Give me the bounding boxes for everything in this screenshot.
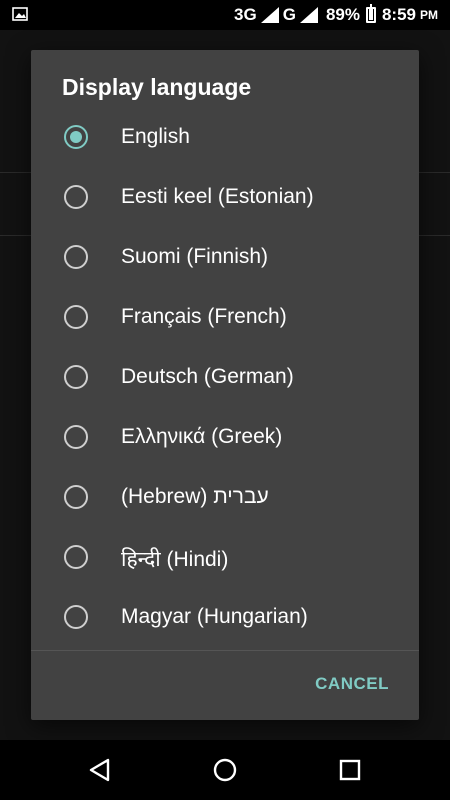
cancel-button[interactable]: CANCEL [315, 674, 389, 694]
language-option[interactable]: Magyar (Hungarian) [31, 587, 419, 647]
status-indicators: 3G G 89% 8:59 PM [234, 0, 438, 30]
language-option-label: English [121, 125, 190, 148]
language-options-list: English Eesti keel (Estonian) Suomi (Fin… [31, 107, 419, 647]
battery-icon [365, 4, 376, 23]
signal-strength-icon [260, 7, 279, 23]
language-option-label: Eesti keel (Estonian) [121, 185, 314, 208]
home-circle-icon[interactable] [211, 756, 239, 784]
radio-button-icon[interactable] [64, 245, 88, 269]
language-option[interactable]: Deutsch (German) [31, 347, 419, 407]
network-type-3g: 3G [234, 5, 257, 24]
language-option-label: Magyar (Hungarian) [121, 605, 308, 628]
recents-square-icon[interactable] [336, 756, 364, 784]
language-option-label: Suomi (Finnish) [121, 245, 269, 268]
navigation-bar [0, 740, 450, 800]
language-option[interactable]: Eesti keel (Estonian) [31, 167, 419, 227]
radio-button-icon[interactable] [64, 185, 88, 209]
language-option-label: (Hebrew) עברית [121, 485, 269, 508]
language-option[interactable]: (Hebrew) עברית [31, 467, 419, 527]
radio-button-icon[interactable] [64, 485, 88, 509]
dialog-divider [31, 650, 419, 651]
language-option-label: Deutsch (German) [121, 365, 294, 388]
language-option[interactable]: English [31, 107, 419, 167]
radio-button-icon[interactable] [64, 125, 88, 149]
language-option[interactable]: Ελληνικά (Greek) [31, 407, 419, 467]
language-option[interactable]: Français (French) [31, 287, 419, 347]
language-option-label: Ελληνικά (Greek) [121, 425, 283, 448]
network-type-g: G [282, 5, 296, 24]
clock-time: 8:59 [381, 5, 416, 24]
language-option[interactable]: Suomi (Finnish) [31, 227, 419, 287]
language-option-label: Français (French) [121, 305, 287, 328]
status-bar: 3G G 89% 8:59 PM [0, 0, 450, 30]
image-notification-icon [12, 7, 28, 21]
display-language-dialog: Display language English Eesti keel (Est… [31, 50, 419, 720]
signal-strength-icon-2 [299, 7, 318, 23]
radio-button-icon[interactable] [64, 365, 88, 389]
radio-button-icon[interactable] [64, 425, 88, 449]
language-option[interactable]: हिन्दी (Hindi) [31, 527, 419, 587]
language-option-label: हिन्दी (Hindi) [121, 548, 229, 571]
back-triangle-icon[interactable] [86, 756, 114, 784]
radio-button-icon[interactable] [64, 545, 88, 569]
radio-button-icon[interactable] [64, 605, 88, 629]
battery-percent: 89% [325, 5, 360, 24]
radio-button-icon[interactable] [64, 305, 88, 329]
dialog-title: Display language [62, 74, 252, 100]
clock-suffix: PM [420, 8, 438, 22]
